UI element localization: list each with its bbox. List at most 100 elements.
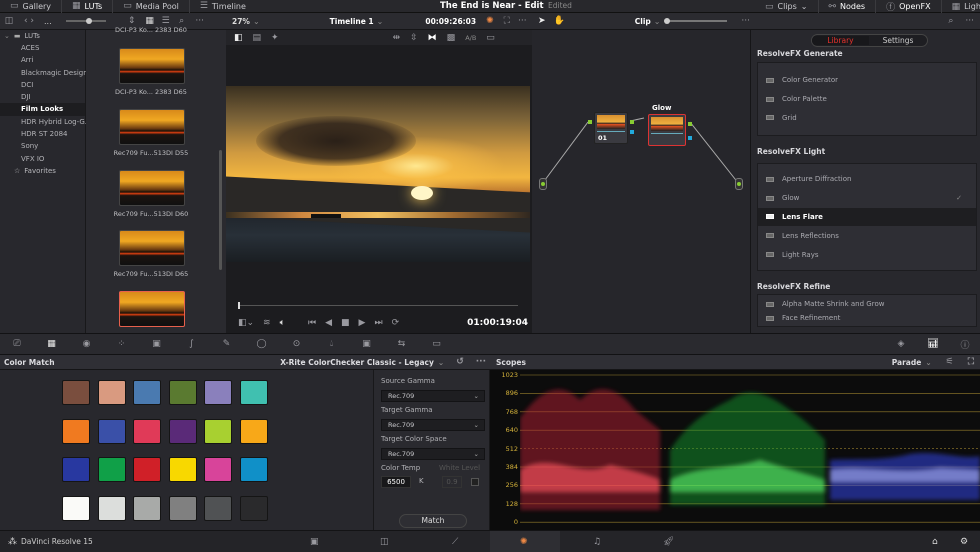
qualifier-icon[interactable]: ✎ [209,339,244,349]
curves-icon[interactable]: ∫ [174,339,209,349]
viewer-mode-icon[interactable]: ◧⌄ [238,318,254,328]
fx-item[interactable]: Color Generator [758,71,976,90]
tree-item-arri[interactable]: Arri [0,54,85,66]
wipe-icon[interactable]: ⧓ [428,33,437,43]
camera-raw-icon[interactable]: ⎚ [0,339,34,349]
playhead[interactable] [238,302,240,309]
media-page-icon[interactable]: ▣ [310,537,319,547]
blur-icon[interactable]: 💧︎ [314,339,349,349]
checker-icon[interactable]: ▩ [447,33,456,43]
edit-page-icon[interactable]: ◫ [380,537,389,547]
color-page-icon[interactable]: ✺ [520,537,528,547]
search-icon[interactable]: ⌕ [174,16,190,26]
more-options-icon[interactable]: ··· [741,16,750,26]
flip-horizontal-icon[interactable]: ⇹ [393,33,401,43]
scopes-icon[interactable]: 📊︎ [916,339,950,349]
node-glow[interactable] [648,114,686,146]
pointer-icon[interactable]: ➤ [538,16,546,26]
fullscreen-icon[interactable]: ⛶ [504,16,510,26]
target-gamma-select[interactable]: Rec.709⌄ [381,419,485,431]
color-wheels-icon[interactable]: ◉ [69,339,104,349]
white-level-checkbox[interactable] [471,478,479,486]
tree-item-aces[interactable]: ACES [0,42,85,54]
step-back-icon[interactable]: ◀ [325,318,332,328]
split-view-icon[interactable]: ◧ [234,33,243,43]
chart-dropdown[interactable]: X-Rite ColorChecker Classic - Legacy [280,358,434,367]
motion-effects-icon[interactable]: ▣ [139,339,174,349]
tree-item-vfx-io[interactable]: VFX IO [0,153,85,165]
fx-item-selected[interactable]: Lens Flare [758,208,976,227]
white-level-input[interactable]: 0.9 [442,476,462,488]
stop-icon[interactable]: ■ [341,318,350,328]
tab-luts[interactable]: ▦LUTs [62,0,113,13]
window-icon[interactable]: ◯ [244,339,279,349]
zoom-dropdown[interactable]: 27% [232,17,250,26]
tab-lightbox[interactable]: ▦Lightbox [942,0,980,13]
magic-wand-icon[interactable]: ✦ [271,33,279,43]
node-output-port[interactable] [688,122,692,126]
more-options-icon[interactable]: ··· [965,16,974,26]
color-wheel-icon[interactable]: ✺ [486,16,494,26]
fx-item[interactable]: Light Rays [758,245,976,264]
fx-item[interactable]: Lens Reflections [758,226,976,245]
fx-item[interactable]: Alpha Matte Shrink and Grow [758,297,976,311]
grid-view-icon[interactable]: ▦ [142,16,158,26]
scrubber-bar[interactable] [238,305,518,306]
fx-item[interactable]: Face Refinement [758,311,976,325]
scrollbar[interactable] [219,150,222,270]
tab-media-pool[interactable]: ▭Media Pool [113,0,190,13]
clip-mode-dropdown[interactable]: Clip [635,17,651,26]
nav-arrows-icon[interactable]: ‹ › [18,16,40,26]
info-icon[interactable]: ⓘ [950,338,980,351]
tab-clips[interactable]: ▭Clips ⌄ [755,0,819,13]
tab-nodes[interactable]: ⚯Nodes [819,0,877,13]
tab-openfx[interactable]: ⓕOpenFX [876,0,941,13]
list-view-icon[interactable]: ☰ [158,16,174,26]
deliver-page-icon[interactable]: 🚀︎ [663,537,674,547]
tree-item-blackmagic[interactable]: Blackmagic Design [0,67,85,79]
tree-item-sony[interactable]: Sony [0,140,85,152]
settings-gear-icon[interactable]: ⚙ [960,537,968,547]
timecode-dropdown[interactable]: 00:09:26:03 [425,17,476,26]
input-node[interactable] [539,178,547,190]
loop-icon[interactable]: ⟳ [392,318,400,328]
tab-settings[interactable]: Settings [869,36,927,45]
skip-start-icon[interactable]: ⏮︎ [308,318,316,328]
search-icon[interactable]: ⌕ [948,16,953,26]
tree-item-dci[interactable]: DCI [0,79,85,91]
fx-item[interactable]: Aperture Diffraction [758,170,976,189]
fx-item[interactable]: Glow✓ [758,189,976,208]
lut-thumbnail[interactable] [119,48,185,84]
lut-thumbnail[interactable] [119,109,185,145]
lut-thumbnail[interactable] [119,230,185,266]
fairlight-page-icon[interactable]: ♫ [593,537,601,547]
tree-item-hdr-hlg[interactable]: HDR Hybrid Log-G... [0,116,85,128]
tree-root-luts[interactable]: ⌄▬LUTs [0,30,85,42]
tree-item-hdr-st2084[interactable]: HDR ST 2084 [0,128,85,140]
gallery-strip-icon[interactable]: ▤ [253,33,262,43]
flip-vertical-icon[interactable]: ⇳ [410,33,418,43]
target-color-space-select[interactable]: Rec.709⌄ [381,448,485,460]
fx-item[interactable]: Color Palette [758,90,976,109]
match-button[interactable]: Match [399,514,467,528]
tree-item-favorites[interactable]: ☆Favorites [0,165,85,177]
tree-item-film-looks[interactable]: Film Looks [0,103,85,115]
scope-mode-dropdown[interactable]: Parade [892,358,922,367]
ab-toggle[interactable]: A/B [465,34,476,42]
home-icon[interactable]: ⌂ [932,537,938,547]
node-output-port[interactable] [688,136,692,140]
key-icon[interactable]: ▣ [349,339,384,349]
timeline-dropdown[interactable]: Timeline 1 [330,17,374,26]
fx-item[interactable]: Grid [758,109,976,128]
volume-icon[interactable]: 🔈︎ [280,318,285,328]
tracker-icon[interactable]: ⊙ [279,339,314,349]
sort-icon[interactable]: ⇕ [122,16,142,26]
node-output-port[interactable] [630,120,634,124]
keyframes-icon[interactable]: ◈ [886,339,916,349]
node-01[interactable]: 01 [594,112,628,144]
3d-icon[interactable]: ▭ [419,339,454,349]
output-node[interactable] [735,178,743,190]
fusion-page-icon[interactable]: ⟋ [452,537,458,547]
play-icon[interactable]: ▶ [359,318,366,328]
color-match-icon[interactable]: ▦ [34,339,69,349]
